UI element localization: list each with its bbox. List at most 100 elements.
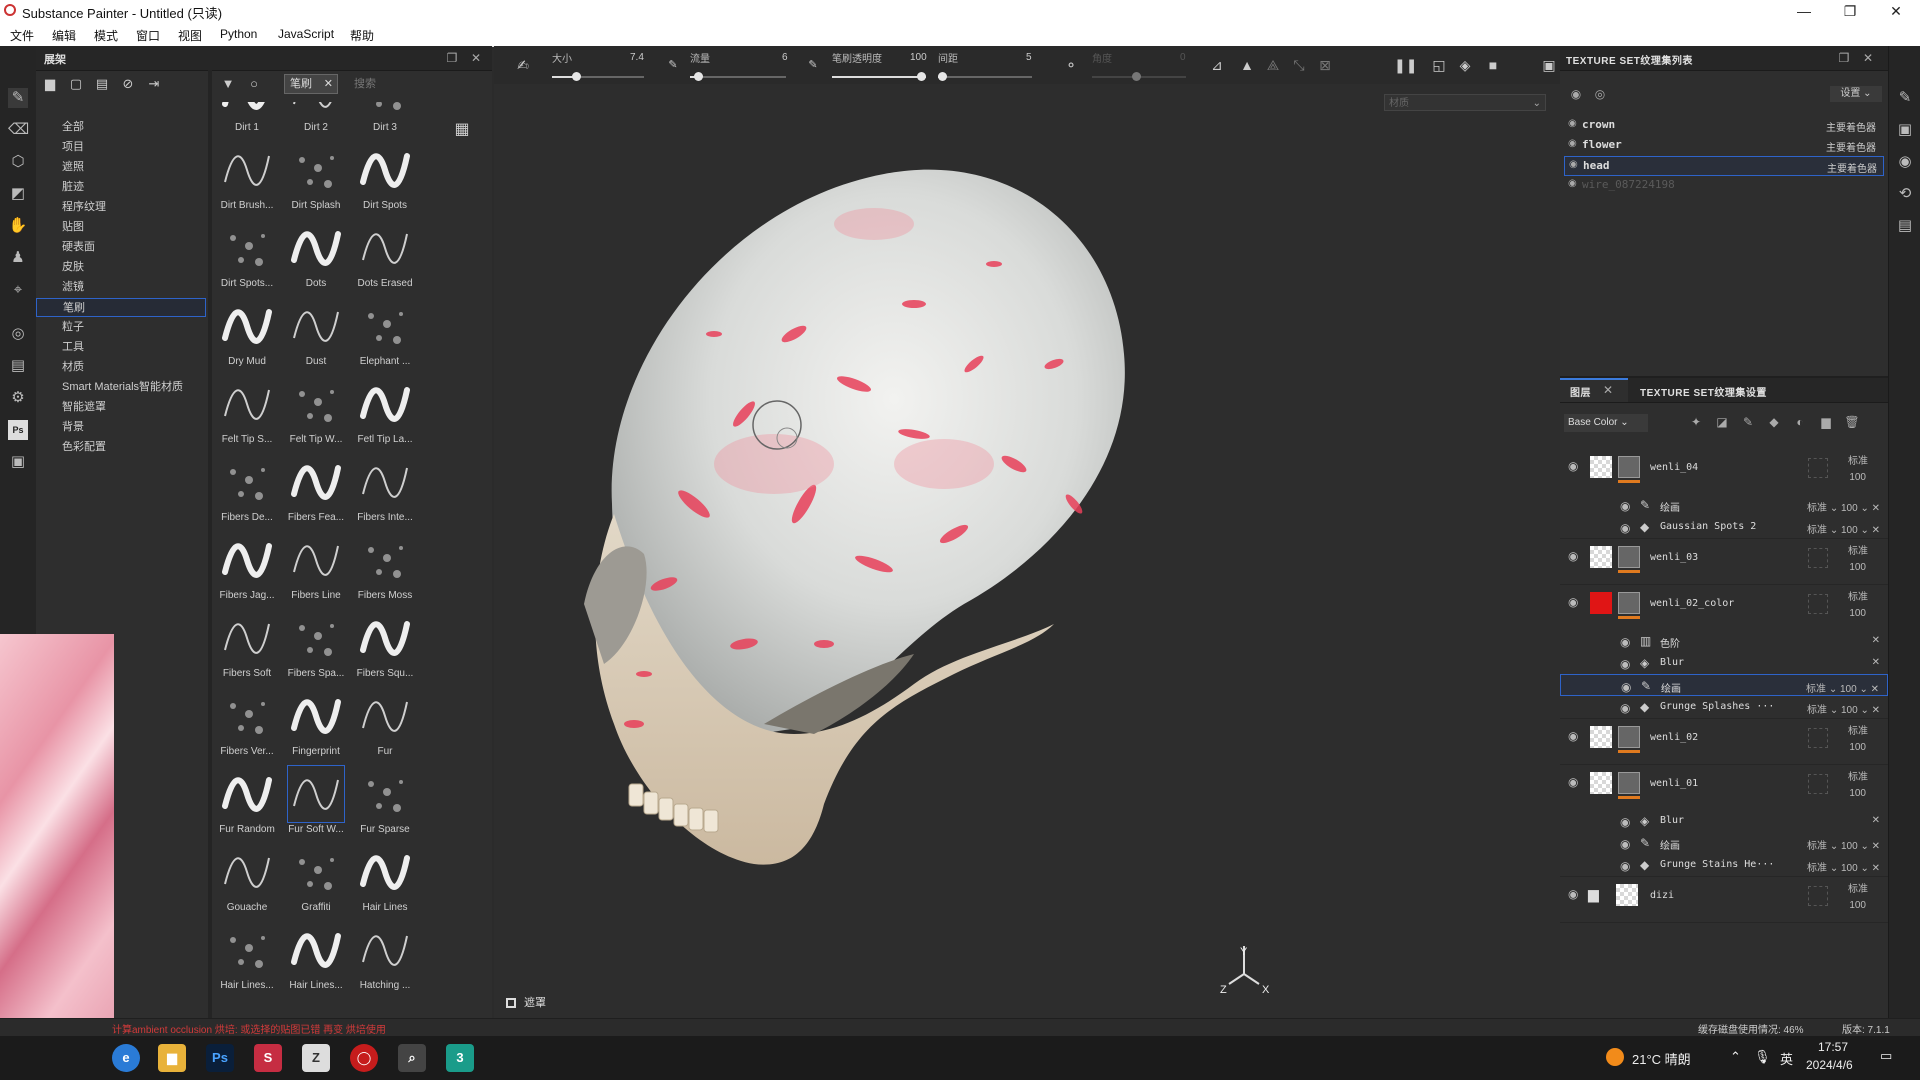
- eye-icon[interactable]: ◉: [1620, 499, 1630, 513]
- effect-row[interactable]: ◉ ✎ 绘画 标准 ⌄ 100 ⌄ ✕: [1560, 494, 1888, 516]
- notification-icon[interactable]: ▭: [1880, 1048, 1892, 1064]
- size-slider[interactable]: [552, 72, 644, 81]
- filter-chip[interactable]: 笔刷 ✕: [284, 74, 338, 94]
- effect-row[interactable]: ◉ ◆ Gaussian Spots 2 标准 ⌄ 100 ⌄ ✕: [1560, 516, 1888, 538]
- remove-effect-icon[interactable]: ✕: [1872, 635, 1880, 646]
- category-item[interactable]: 材质: [36, 358, 206, 377]
- brush-item[interactable]: Fibers Spa...: [282, 610, 350, 686]
- brush-item[interactable]: Elephant ...: [351, 298, 419, 374]
- screenshot-icon[interactable]: ▣: [1540, 56, 1558, 74]
- eye-icon[interactable]: ◉: [1568, 550, 1582, 562]
- brush-item[interactable]: Fur Random: [213, 766, 281, 842]
- camera-icon[interactable]: ■: [1484, 56, 1502, 74]
- layer-row[interactable]: ◉ wenli_03 标准 100: [1560, 538, 1888, 584]
- zbrush-taskbar-icon[interactable]: Z: [302, 1044, 330, 1072]
- layer-blend-mode[interactable]: 标准: [1848, 722, 1868, 737]
- shader-settings-icon[interactable]: ◉: [1895, 152, 1915, 172]
- brush-item[interactable]: Felt Tip S...: [213, 376, 281, 452]
- flow-slider[interactable]: [690, 72, 786, 81]
- layer-opacity[interactable]: 100: [1849, 900, 1866, 911]
- effect-blend[interactable]: 标准: [1807, 705, 1827, 716]
- delete-layer-icon[interactable]: 🗑: [1844, 414, 1860, 430]
- polygon-fill-tool-icon[interactable]: ◩: [8, 184, 28, 204]
- brush-item[interactable]: Hair Lines...: [213, 922, 281, 998]
- folder-icon[interactable]: ▆: [42, 76, 58, 92]
- grid-snap-icon[interactable]: ⊠: [1316, 56, 1334, 74]
- jitter-icon[interactable]: ⚬: [1062, 56, 1080, 74]
- effect-blend-opacity[interactable]: 标准 ⌄ 100 ⌄ ✕: [1807, 701, 1880, 716]
- shader-label[interactable]: 主要着色器: [1826, 119, 1876, 134]
- 3d-view-icon[interactable]: ◈: [1456, 56, 1474, 74]
- category-item[interactable]: 滤镜: [36, 278, 206, 297]
- effect-row[interactable]: ◉ ◆ Grunge Splashes ··· 标准 ⌄ 100 ⌄ ✕: [1560, 696, 1888, 718]
- max-taskbar-icon[interactable]: 3: [446, 1044, 474, 1072]
- ime-indicator[interactable]: 英: [1780, 1049, 1793, 1068]
- eye-icon[interactable]: ◉: [1620, 701, 1630, 715]
- brush-item[interactable]: Fibers De...: [213, 454, 281, 530]
- brush-item[interactable]: Hatching ...: [351, 922, 419, 998]
- layer-channel-box[interactable]: [1808, 728, 1828, 748]
- opacity-pen-icon[interactable]: ✎: [804, 56, 822, 74]
- eye-icon[interactable]: ◉: [1568, 776, 1582, 788]
- brush-item[interactable]: Felt Tip W...: [282, 376, 350, 452]
- eye-icon[interactable]: ◉: [1620, 837, 1630, 851]
- skull-model[interactable]: [494, 84, 1560, 1018]
- layer-blend-mode[interactable]: 标准: [1848, 452, 1868, 467]
- texture-set-row[interactable]: ◉ head 主要着色器: [1564, 156, 1884, 176]
- menu-mode[interactable]: 模式: [94, 27, 118, 44]
- category-item[interactable]: 工具: [36, 338, 206, 357]
- brush-item[interactable]: Fibers Jag...: [213, 532, 281, 608]
- remove-effect-icon[interactable]: ✕: [1872, 657, 1880, 668]
- effect-opacity[interactable]: 100: [1841, 841, 1858, 852]
- category-item[interactable]: 笔刷: [36, 298, 206, 317]
- layer-channel-box[interactable]: [1808, 458, 1828, 478]
- spacing-slider[interactable]: [938, 72, 1032, 81]
- close-panel-icon[interactable]: ✕: [468, 50, 484, 66]
- layer-opacity[interactable]: 100: [1849, 472, 1866, 483]
- weather-icon[interactable]: [1606, 1048, 1624, 1066]
- category-item[interactable]: 粒子: [36, 318, 206, 337]
- weather-text[interactable]: 21°C 晴朗: [1632, 1049, 1691, 1068]
- tab-texture-set-settings[interactable]: TEXTURE SET纹理集设置: [1640, 384, 1767, 399]
- layer-channel-box[interactable]: [1808, 774, 1828, 794]
- eye-icon[interactable]: ◉: [1568, 730, 1582, 742]
- category-item[interactable]: 项目: [36, 138, 206, 157]
- add-fill-layer-icon[interactable]: ◆: [1766, 414, 1782, 430]
- layer-blend-mode[interactable]: 标准: [1848, 542, 1868, 557]
- category-item[interactable]: 色彩配置: [36, 438, 206, 457]
- bake-icon[interactable]: ◎: [8, 324, 28, 344]
- brush-item[interactable]: Hair Lines: [351, 844, 419, 920]
- minimize-button[interactable]: —: [1784, 1, 1824, 21]
- layer-channel-box[interactable]: [1808, 548, 1828, 568]
- axis-icon[interactable]: ⤡: [1290, 56, 1308, 74]
- menu-view[interactable]: 视图: [178, 27, 202, 44]
- brush-item[interactable]: Dirt Spots: [351, 142, 419, 218]
- layer-opacity[interactable]: 100: [1849, 788, 1866, 799]
- float-panel-icon[interactable]: ❐: [444, 50, 460, 66]
- layer-mask-thumbnail[interactable]: [1618, 726, 1640, 748]
- brush-item[interactable]: Dust: [282, 298, 350, 374]
- brush-item[interactable]: Dirt Splash: [282, 142, 350, 218]
- close-button[interactable]: ✕: [1876, 1, 1916, 21]
- doc-icon[interactable]: ▣: [8, 452, 28, 472]
- angle-slider[interactable]: [1092, 72, 1186, 81]
- category-item[interactable]: 硬表面: [36, 238, 206, 257]
- brush-item[interactable]: Gouache: [213, 844, 281, 920]
- add-folder-icon[interactable]: ▆: [1818, 414, 1834, 430]
- menu-edit[interactable]: 编辑: [52, 27, 76, 44]
- refresh-icon[interactable]: ○: [246, 76, 262, 92]
- add-mask-icon[interactable]: ◪: [1714, 414, 1730, 430]
- effect-row[interactable]: ◉ ▥ 色阶 ✕: [1560, 630, 1888, 652]
- symmetry-icon[interactable]: ▲: [1238, 56, 1256, 74]
- clock-date[interactable]: 2024/4/6: [1806, 1058, 1853, 1072]
- brush-item[interactable]: Fibers Ver...: [213, 688, 281, 764]
- photoshop-taskbar-icon[interactable]: Ps: [206, 1044, 234, 1072]
- visibility-icon[interactable]: ◉: [1568, 86, 1584, 102]
- close-tab-icon[interactable]: ✕: [1600, 382, 1616, 398]
- layer-row[interactable]: ◉ wenli_04 标准 100: [1560, 448, 1888, 494]
- eye-icon[interactable]: ◉: [1568, 460, 1582, 472]
- brush-item[interactable]: Dirt Brush...: [213, 142, 281, 218]
- brush-settings-icon[interactable]: ✍: [514, 56, 532, 74]
- channel-select[interactable]: Base Color ⌄: [1564, 414, 1648, 432]
- search-taskbar-icon[interactable]: ⌕: [398, 1044, 426, 1072]
